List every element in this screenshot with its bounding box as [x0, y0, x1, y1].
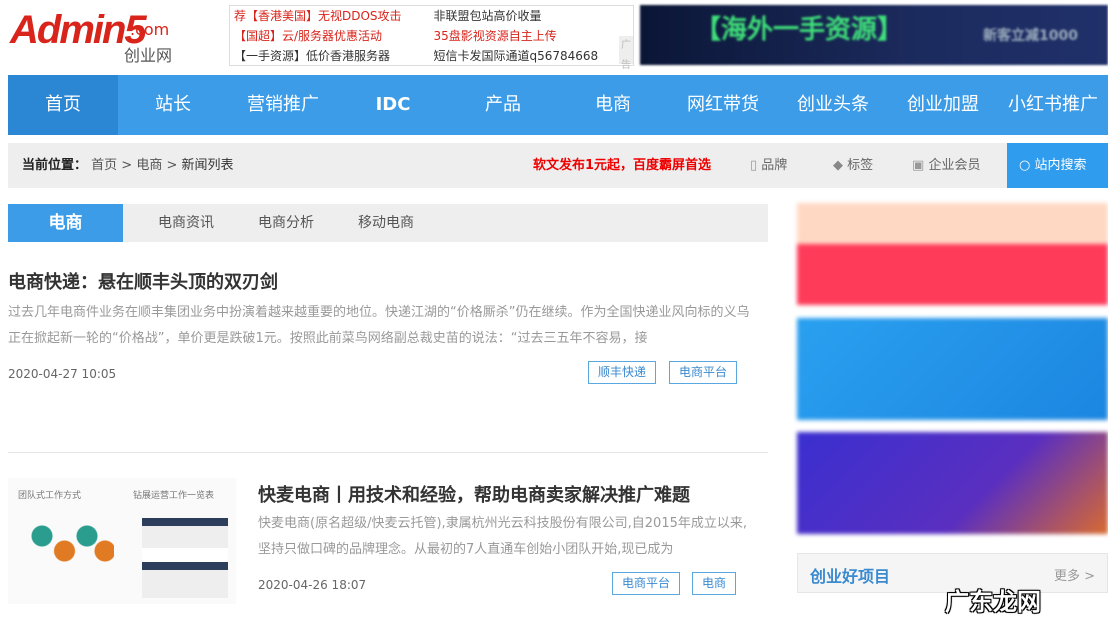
ad-link[interactable]: 非联盟包站高价收量 [434, 6, 634, 26]
article-date: 2020-04-27 10:05 [8, 367, 116, 381]
site-logo[interactable]: Admin5 .com 创业网 [8, 6, 208, 66]
sidebar-ad[interactable] [797, 318, 1108, 420]
article-title[interactable]: 电商快递：悬在顺丰头顶的双刃剑 [8, 268, 278, 294]
search-label: 站内搜索 [1034, 158, 1086, 173]
member-label: 企业会员 [928, 158, 980, 173]
tab-item[interactable]: 电商分析 [258, 204, 314, 242]
table-graphic [142, 518, 228, 598]
ad-link[interactable]: 【一手资源】低价香港服务器 [234, 46, 434, 66]
thumb-caption: 钻展运营工作一览表 [133, 488, 214, 501]
diagram-graphic [24, 518, 114, 578]
breadcrumb: 当前位置： 首页 > 电商 > 新闻列表 [22, 143, 234, 188]
article-tag[interactable]: 电商平台 [669, 361, 737, 384]
tab-item[interactable]: 移动电商 [358, 204, 414, 242]
ad-link[interactable]: 短信卡发国际通道q56784668 [434, 46, 634, 66]
ad-tag: 广告 [619, 36, 633, 64]
breadcrumb-current: 新闻列表 [182, 158, 234, 173]
camera-icon: ▣ [912, 158, 924, 173]
ad-link[interactable]: 【国超】云/服务器优惠活动 [234, 26, 434, 46]
tags-link[interactable]: ◆ 标签 [833, 143, 873, 188]
thumb-caption: 团队式工作方式 [18, 488, 81, 501]
brand-link[interactable]: ▯ 品牌 [750, 143, 787, 188]
article-summary: 快麦电商(原名超级/快麦云托管),隶属杭州光云科技股份有限公司,自2015年成立… [258, 511, 753, 563]
tag-icon: ◆ [833, 158, 843, 173]
logo-com: .com [130, 20, 169, 39]
sidebar-ad[interactable] [797, 432, 1108, 534]
main-nav: 首页 站长 营销推广 IDC 产品 电商 网红带货 创业头条 创业加盟 小红书推… [8, 75, 1108, 135]
divider [8, 452, 768, 453]
article-title[interactable]: 快麦电商丨用技术和经验，帮助电商卖家解决推广难题 [258, 481, 690, 507]
watermark: 广东龙网 [945, 582, 1041, 617]
ad-link[interactable]: 35盘影视资源自主上传 [434, 26, 634, 46]
breadcrumb-ecommerce[interactable]: 电商 > [136, 158, 177, 173]
article-tag[interactable]: 电商 [692, 572, 736, 595]
banner-text: 【海外一手资源】 [695, 15, 903, 45]
ad-link[interactable]: 荐【香港美国】无视DDOS攻击 [234, 6, 434, 26]
article-tag[interactable]: 顺丰快递 [588, 361, 656, 384]
article-date: 2020-04-26 18:07 [258, 578, 366, 592]
tab-current[interactable]: 电商 [8, 204, 123, 242]
site-search-button[interactable]: ○ 站内搜索 [1007, 143, 1108, 188]
nav-item[interactable]: IDC [338, 75, 448, 135]
tab-item[interactable]: 电商资讯 [158, 204, 214, 242]
breadcrumb-label: 当前位置： [22, 158, 87, 173]
nav-item[interactable]: 创业头条 [778, 75, 888, 135]
nav-item[interactable]: 电商 [558, 75, 668, 135]
promo-link[interactable]: 软文发布1元起，百度霸屏首选 [533, 143, 711, 188]
nav-item[interactable]: 站长 [118, 75, 228, 135]
article-thumbnail[interactable]: 团队式工作方式 钻展运营工作一览表 [8, 478, 236, 604]
category-tabs: 电商 电商资讯 电商分析 移动电商 [8, 204, 768, 242]
header-ad-links: 荐【香港美国】无视DDOS攻击非联盟包站高价收量 【国超】云/服务器优惠活动35… [229, 5, 634, 66]
nav-item[interactable]: 网红带货 [668, 75, 778, 135]
nav-item[interactable]: 营销推广 [228, 75, 338, 135]
nav-item[interactable]: 产品 [448, 75, 558, 135]
brand-label: 品牌 [761, 158, 787, 173]
breadcrumb-bar: 当前位置： 首页 > 电商 > 新闻列表 软文发布1元起，百度霸屏首选 ▯ 品牌… [8, 143, 1108, 188]
bag-icon: ▯ [750, 158, 757, 173]
breadcrumb-home[interactable]: 首页 > [91, 158, 132, 173]
article-summary: 过去几年电商件业务在顺丰集团业务中扮演着越来越重要的地位。快递江湖的“价格厮杀”… [8, 300, 753, 352]
nav-item[interactable]: 创业加盟 [888, 75, 998, 135]
more-link[interactable]: 更多 > [1054, 565, 1095, 584]
tags-label: 标签 [847, 158, 873, 173]
member-link[interactable]: ▣ 企业会员 [912, 143, 980, 188]
nav-home[interactable]: 首页 [8, 75, 118, 135]
article-tag[interactable]: 电商平台 [612, 572, 680, 595]
nav-item[interactable]: 小红书推广 [998, 75, 1108, 135]
box-title: 创业好项目 [810, 563, 890, 587]
logo-cn: 创业网 [124, 42, 172, 66]
sidebar-ad[interactable] [797, 203, 1108, 305]
search-icon: ○ [1019, 158, 1030, 173]
banner-sub: 新客立减1000 [983, 25, 1078, 45]
top-banner-ad[interactable]: 【海外一手资源】 新客立减1000 [640, 5, 1108, 65]
